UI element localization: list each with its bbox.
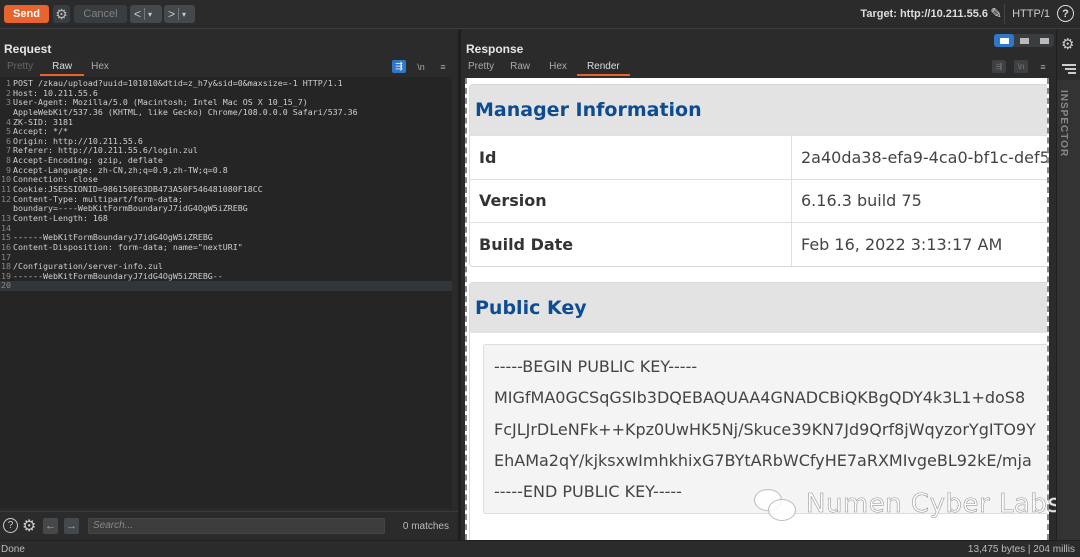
tab-hex[interactable]: Hex — [84, 60, 116, 76]
edit-target-icon[interactable]: ✎ — [990, 5, 1002, 22]
chevron-down-icon[interactable]: ▾ — [148, 10, 152, 19]
info-key: Build Date — [470, 223, 792, 266]
layout-tabs-button[interactable] — [1034, 34, 1054, 47]
back-arrow-icon: < — [134, 7, 142, 21]
line-number: 12 — [1, 193, 11, 204]
send-button[interactable]: Send — [4, 5, 49, 23]
wrap-lines-icon[interactable]: ⇶ — [992, 60, 1006, 73]
layout-side-by-side-button[interactable] — [994, 34, 1014, 47]
line-text: Content-Length: 168 — [13, 212, 108, 223]
separator — [144, 8, 146, 20]
divider — [1004, 4, 1005, 24]
wechat-logo-icon — [754, 487, 800, 521]
line-number: 3 — [6, 97, 11, 108]
info-row-id: Id 2a40da38-efa9-4ca0-bf1c-def5 — [470, 135, 1049, 179]
public-key-heading: Public Key — [470, 283, 1047, 333]
editor-line[interactable]: 19 ------WebKitFormBoundaryJ7idG4OgW5iZRE… — [0, 270, 452, 282]
info-row-build-date: Build Date Feb 16, 2022 3:13:17 AM — [470, 222, 1047, 266]
help-icon[interactable]: ? — [1057, 5, 1074, 22]
tab-pretty[interactable]: Pretty — [0, 60, 40, 76]
editor-line[interactable]: 16 Content-Disposition: form-data; name="… — [0, 241, 452, 253]
settings-button[interactable]: ⚙ — [53, 5, 70, 23]
line-text: ------WebKitFormBoundaryJ7idG4OgW5iZREBG… — [13, 270, 223, 281]
response-title: Response — [466, 42, 524, 56]
rows-icon — [1019, 37, 1029, 44]
next-match-button[interactable]: → — [64, 518, 79, 534]
request-tabs: Pretty Raw Hex — [0, 60, 116, 76]
request-panel: Request Pretty Raw Hex ⇶ \n ≡ 1 POST /zka… — [0, 30, 458, 540]
forward-arrow-icon: > — [168, 7, 176, 21]
watermark: Numen Cyber Labs — [754, 487, 1061, 521]
editor-line[interactable]: 20 — [0, 280, 452, 292]
info-key: Version — [470, 179, 792, 222]
gear-icon: ⚙ — [55, 5, 68, 22]
manager-info-heading: Manager Information — [470, 85, 1047, 135]
previous-match-button[interactable]: ← — [43, 518, 58, 534]
response-tabs: Pretty Raw Hex Render — [461, 60, 630, 76]
response-tools: ⇶ \n ≡ — [992, 60, 1050, 73]
watermark-text: Numen Cyber Labs — [806, 489, 1062, 520]
info-row-version: Version 6.16.3 build 75 — [470, 178, 1047, 222]
back-button[interactable]: < ▾ — [130, 5, 162, 23]
tab-render[interactable]: Render — [576, 60, 630, 76]
inspector-sidebar: ⚙ INSPECTOR — [1056, 30, 1080, 540]
help-icon[interactable]: ? — [3, 518, 18, 533]
search-bar: ? ⚙ ← → Search... 0 matches — [0, 511, 458, 540]
protocol-selector[interactable]: HTTP/1 — [1012, 8, 1050, 20]
menu-icon[interactable]: ≡ — [1036, 60, 1050, 73]
cancel-button[interactable]: Cancel — [74, 5, 127, 23]
show-newlines-icon[interactable]: \n — [414, 60, 428, 73]
tab-raw[interactable]: Raw — [40, 60, 85, 76]
chevron-down-icon[interactable]: ▾ — [182, 10, 186, 19]
layout-switcher — [994, 34, 1054, 47]
menu-icon[interactable]: ≡ — [436, 60, 450, 73]
line-number: 20 — [1, 280, 11, 291]
inspector-label[interactable]: INSPECTOR — [1058, 90, 1069, 157]
response-panel: Response Pretty Raw Hex Render ⇶ \n ≡ Ma… — [461, 30, 1056, 540]
show-newlines-icon[interactable]: \n — [1014, 60, 1028, 73]
manager-info-card: Manager Information Id 2a40da38-efa9-4ca… — [469, 84, 1049, 267]
info-value: 6.16.3 build 75 — [801, 191, 922, 211]
search-input[interactable]: Search... — [88, 518, 385, 534]
key-line: MIGfMA0GCSqGSIb3DQEBAQUAA4GNADCBiQKBgQDY… — [494, 388, 1026, 408]
info-value: 2a40da38-efa9-4ca0-bf1c-def5 — [801, 147, 1049, 167]
forward-button[interactable]: > ▾ — [164, 5, 195, 23]
status-text: Done — [1, 544, 25, 555]
separator — [178, 8, 180, 20]
tab-raw[interactable]: Raw — [501, 60, 539, 76]
layout-stacked-button[interactable] — [1014, 34, 1034, 47]
key-line: EhAMa2qY/kjksxwImhkhixG7BYtARbWCfyHE7aRX… — [494, 450, 1032, 470]
match-count: 0 matches — [402, 521, 449, 532]
line-text: Content-Disposition: form-data; name="ne… — [13, 241, 243, 252]
single-pane-icon — [1039, 37, 1049, 44]
columns-icon — [999, 37, 1009, 44]
target-label: Target: http://10.211.55.6 — [860, 8, 988, 20]
request-title: Request — [4, 42, 52, 56]
response-stats: 13,475 bytes | 204 millis — [967, 544, 1075, 555]
wrap-lines-icon[interactable]: ⇶ — [392, 60, 406, 73]
status-bar: Done 13,475 bytes | 204 millis — [0, 540, 1080, 557]
request-tools: ⇶ \n ≡ — [392, 60, 450, 73]
tab-hex[interactable]: Hex — [539, 60, 577, 76]
arrow-left-icon: ← — [45, 520, 56, 532]
filter-icon[interactable] — [1062, 64, 1076, 76]
top-toolbar: Send ⚙ Cancel < ▾ > ▾ Target: http://10.… — [0, 0, 1080, 29]
key-line: -----BEGIN PUBLIC KEY----- — [494, 357, 698, 376]
info-key: Id — [470, 136, 792, 179]
arrow-right-icon: → — [66, 520, 77, 532]
gear-icon[interactable]: ⚙ — [22, 516, 36, 536]
render-view[interactable]: Manager Information Id 2a40da38-efa9-4ca… — [465, 78, 1049, 540]
tab-pretty[interactable]: Pretty — [461, 60, 501, 76]
info-value: Feb 16, 2022 3:13:17 AM — [801, 234, 1003, 254]
gear-icon[interactable]: ⚙ — [1061, 35, 1074, 53]
request-editor[interactable]: 1 POST /zkau/upload?uuid=101010&dtid=z_h7… — [0, 77, 452, 509]
editor-line[interactable]: 13 Content-Length: 168 — [0, 212, 452, 224]
key-line: FcJLJrDLeNFk++Kpz0UwHK5Nj/Skuce39KN7Jd9Q… — [494, 419, 1036, 439]
